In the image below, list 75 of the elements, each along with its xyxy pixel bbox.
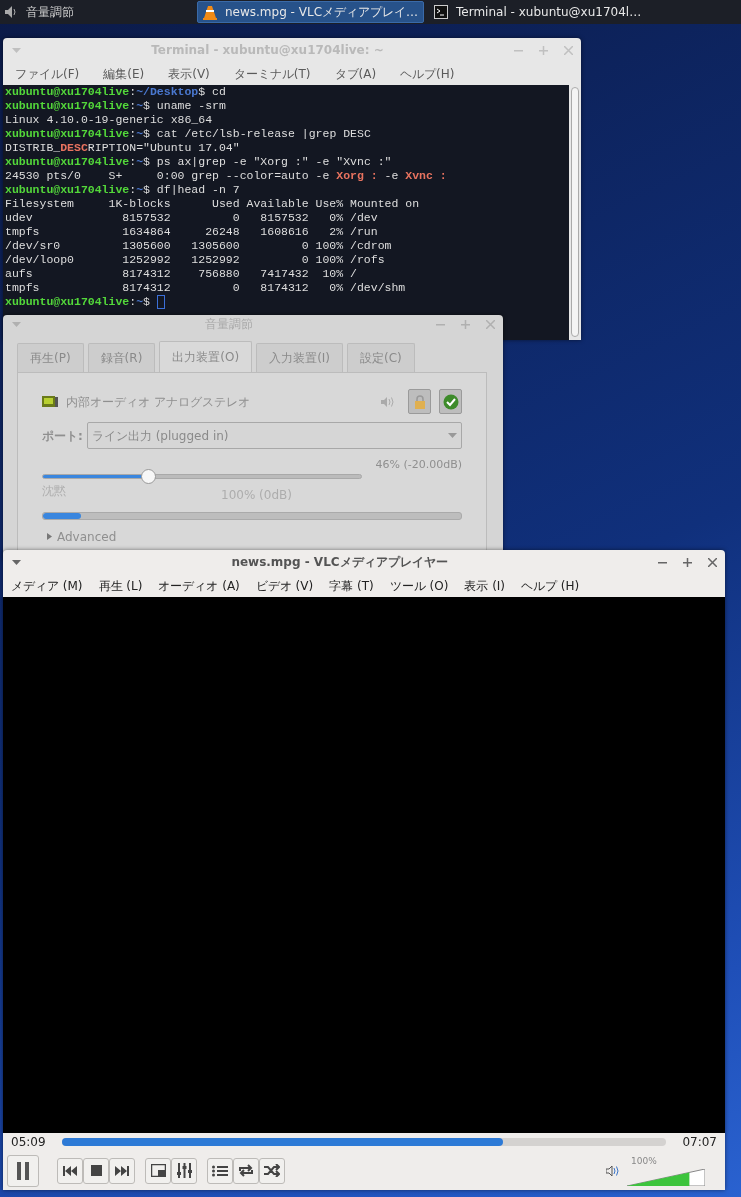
terminal-line: xubuntu@xu1704live:~/Desktop$ cd: [5, 85, 226, 99]
previous-icon: [63, 1165, 77, 1176]
terminal-line: xubuntu@xu1704live:~$ cat /etc/lsb-release |grep DESC: [5, 127, 371, 141]
menu-item[interactable]: タブ(A): [330, 64, 381, 83]
taskbar-button[interactable]: Terminal - xubuntu@xu1704l…: [428, 1, 648, 23]
terminal-line: tmpfs 8174312 0 8174312 0% /dev/shm: [5, 281, 406, 295]
seek-bar[interactable]: [61, 1138, 667, 1146]
terminal-line: Filesystem 1K-blocks Used Available Use% Mounted on: [5, 197, 420, 211]
terminal-line: xubuntu@xu1704live:~$: [5, 295, 151, 309]
terminal-line: xubuntu@xu1704live:~$ df|head -n 7: [5, 183, 240, 197]
taskbar-button[interactable]: news.mpg - VLCメディアプレイ…: [197, 1, 425, 23]
menu-item[interactable]: 表示 (I): [464, 576, 506, 595]
shuffle-button[interactable]: [259, 1157, 285, 1184]
maximize-icon[interactable]: [683, 557, 692, 567]
terminal-line: DISTRIB_DESCRIPTION="Ubuntu 17.04": [5, 141, 240, 155]
list-icon: [212, 1164, 228, 1177]
window-icon: [150, 1164, 166, 1177]
loop-button[interactable]: [233, 1157, 259, 1184]
next-icon: [115, 1165, 129, 1176]
applet-label[interactable]: 音量調節: [26, 3, 74, 21]
traffic-cone-icon: [203, 4, 217, 20]
stop-button[interactable]: [83, 1157, 109, 1184]
menu-item[interactable]: オーディオ (A): [158, 576, 240, 595]
previous-button[interactable]: [57, 1157, 83, 1184]
menu-item[interactable]: ヘルプ(H): [396, 64, 459, 83]
volume-label: 100%: [631, 1155, 657, 1169]
terminal-line: tmpfs 1634864 26248 1608616 2% /run: [5, 225, 378, 239]
menu-item[interactable]: メディア (M): [11, 576, 83, 595]
dropdown-arrow-icon: [448, 433, 457, 438]
expander-arrow-icon[interactable]: [46, 533, 53, 540]
next-button[interactable]: [109, 1157, 135, 1184]
menu-item[interactable]: ファイル(F): [11, 64, 84, 83]
pause-button[interactable]: [7, 1154, 39, 1187]
terminal-line: 24530 pts/0 S+ 0:00 grep --color=auto -e Xorg : -e Xvnc :: [5, 169, 447, 183]
equalizer-button[interactable]: [171, 1157, 197, 1184]
playlist-button[interactable]: [207, 1157, 233, 1184]
fullscreen-button[interactable]: [145, 1157, 171, 1184]
speaker-icon[interactable]: [606, 1164, 621, 1177]
terminal-line: xubuntu@xu1704live:~$ uname -srm: [5, 99, 226, 113]
menu-item[interactable]: ヘルプ (H): [521, 576, 580, 595]
terminal-line: /dev/loop0 1252992 1252992 0 100% /rofs: [5, 253, 385, 267]
port-label: ポート:: [42, 427, 83, 445]
volume-slider[interactable]: [42, 467, 362, 485]
menu-item[interactable]: ツール (O): [389, 576, 449, 595]
menu-item[interactable]: ターミナル(T): [229, 64, 315, 83]
terminal-line: Linux 4.10.0-19-generic x86_64: [5, 113, 213, 127]
speaker-icon: [381, 395, 396, 408]
volume-reading: 46% (-20.00dB): [375, 457, 462, 473]
terminal-icon: [434, 5, 449, 19]
total-time: 07:07: [682, 1134, 717, 1151]
close-icon[interactable]: [708, 557, 717, 567]
padlock-icon: [413, 394, 426, 409]
shuffle-icon: [264, 1164, 280, 1177]
menu-item[interactable]: 字幕 (T): [329, 576, 374, 595]
slider-thumb[interactable]: [140, 468, 156, 484]
default-button[interactable]: [439, 389, 462, 414]
sound-card-icon: [42, 394, 58, 409]
loop-icon: [238, 1164, 254, 1177]
elapsed-time: 05:09: [11, 1134, 46, 1151]
menu-item[interactable]: 表示(V): [164, 64, 214, 83]
volume-slider[interactable]: [627, 1168, 705, 1186]
menu-item[interactable]: 再生 (L): [98, 576, 143, 595]
terminal-line: udev 8157532 0 8157532 0% /dev: [5, 211, 378, 225]
pause-icon: [16, 1161, 30, 1180]
terminal-line: /dev/sr0 1305600 1305600 0 100% /cdrom: [5, 239, 392, 253]
terminal-line: aufs 8174312 756880 7417432 10% /: [5, 267, 357, 281]
speaker-icon[interactable]: [4, 5, 18, 19]
window-title: news.mpg - VLCメディアプレイヤー: [231, 555, 448, 569]
terminal-line: xubuntu@xu1704live:~$ ps ax|grep -e "Xorg :" -e "Xvnc :": [5, 155, 392, 169]
scrollbar[interactable]: [571, 87, 579, 337]
check-icon: [442, 393, 459, 410]
stop-icon: [90, 1165, 102, 1176]
menu-item[interactable]: ビデオ (V): [255, 576, 314, 595]
menu-item[interactable]: 編集(E): [99, 64, 149, 83]
equalizer-icon: [176, 1163, 192, 1178]
